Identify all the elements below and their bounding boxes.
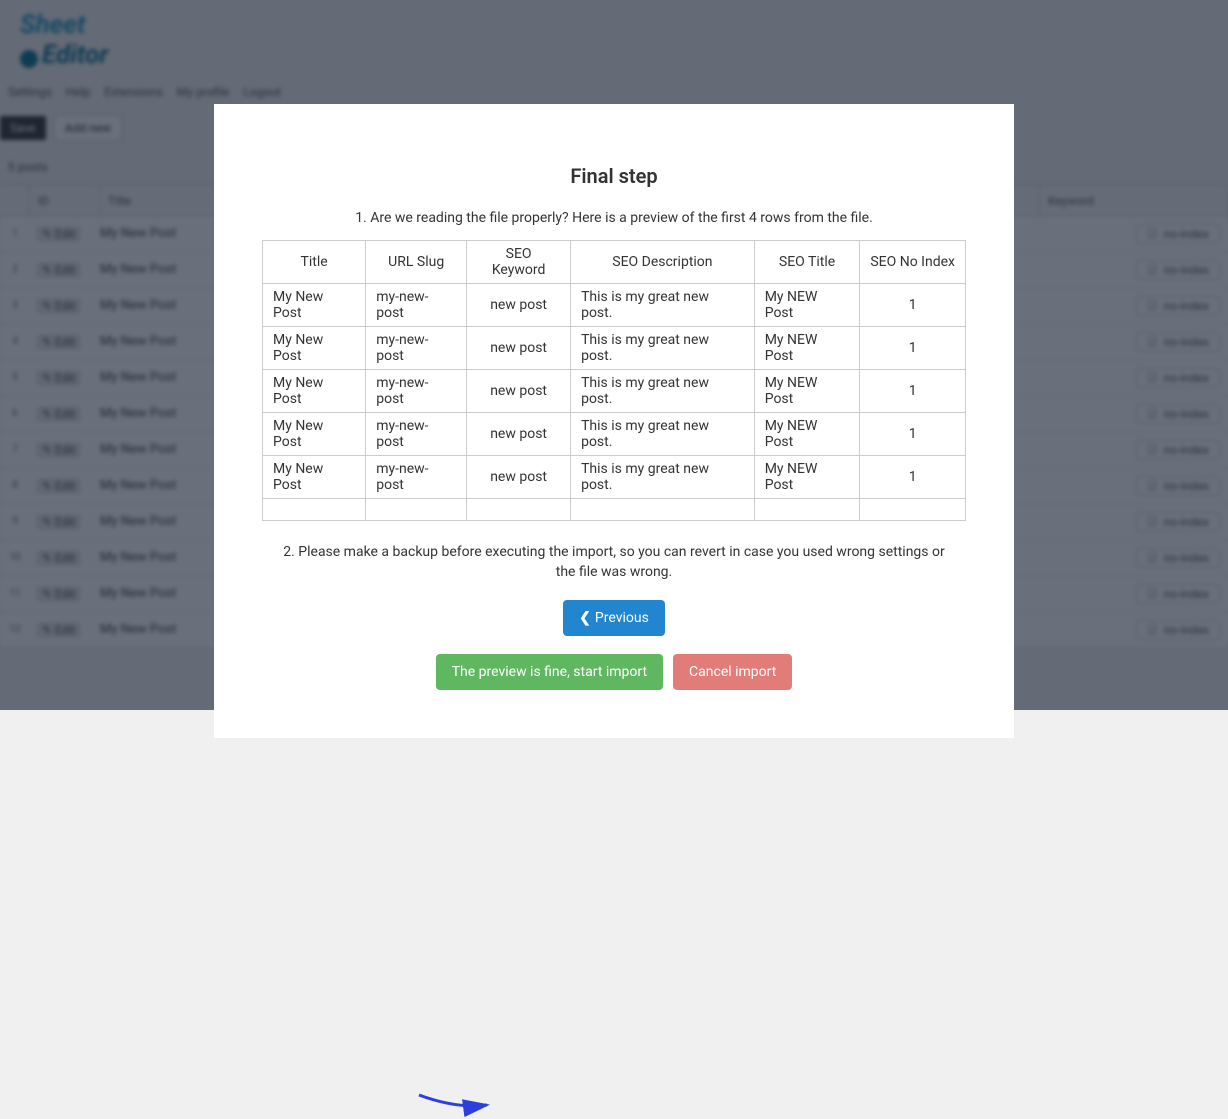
cell-desc: This is my great new post. xyxy=(571,456,755,499)
cell-keyword: new post xyxy=(467,327,571,370)
step-1-text: 1. Are we reading the file properly? Her… xyxy=(262,210,966,226)
cell-title: My New Post xyxy=(263,413,366,456)
cell-slug: my-new-post xyxy=(366,413,467,456)
table-row: My New Post my-new-post new post This is… xyxy=(263,413,966,456)
table-row-empty xyxy=(263,499,966,521)
cell-seotitle: My NEW Post xyxy=(754,370,860,413)
cell-noindex: 1 xyxy=(860,284,966,327)
button-row-2: The preview is fine, start import Cancel… xyxy=(262,654,966,690)
cell-title: My New Post xyxy=(263,284,366,327)
cell-seotitle: My NEW Post xyxy=(754,327,860,370)
cancel-import-button[interactable]: Cancel import xyxy=(673,654,792,690)
th-slug: URL Slug xyxy=(366,241,467,284)
table-row: My New Post my-new-post new post This is… xyxy=(263,370,966,413)
table-row: My New Post my-new-post new post This is… xyxy=(263,456,966,499)
cell-noindex: 1 xyxy=(860,327,966,370)
cell-desc: This is my great new post. xyxy=(571,327,755,370)
button-row-1: ❮Previous xyxy=(262,600,966,636)
cell-title: My New Post xyxy=(263,327,366,370)
cell-desc: This is my great new post. xyxy=(571,370,755,413)
chevron-left-icon: ❮ xyxy=(579,610,591,626)
cell-noindex: 1 xyxy=(860,370,966,413)
th-seotitle: SEO Title xyxy=(754,241,860,284)
cell-seotitle: My NEW Post xyxy=(754,413,860,456)
th-desc: SEO Description xyxy=(571,241,755,284)
start-import-button[interactable]: The preview is fine, start import xyxy=(436,654,663,690)
cell-desc: This is my great new post. xyxy=(571,413,755,456)
cell-noindex: 1 xyxy=(860,413,966,456)
th-title: Title xyxy=(263,241,366,284)
table-row: My New Post my-new-post new post This is… xyxy=(263,284,966,327)
th-noindex: SEO No Index xyxy=(860,241,966,284)
table-row: My New Post my-new-post new post This is… xyxy=(263,327,966,370)
cell-keyword: new post xyxy=(467,413,571,456)
cell-slug: my-new-post xyxy=(366,370,467,413)
cell-slug: my-new-post xyxy=(366,456,467,499)
th-keyword: SEO Keyword xyxy=(467,241,571,284)
modal-title: Final step xyxy=(262,164,966,188)
previous-label: Previous xyxy=(595,610,649,626)
cell-seotitle: My NEW Post xyxy=(754,284,860,327)
cell-slug: my-new-post xyxy=(366,284,467,327)
cell-keyword: new post xyxy=(467,456,571,499)
cell-title: My New Post xyxy=(263,456,366,499)
cell-title: My New Post xyxy=(263,370,366,413)
preview-table: Title URL Slug SEO Keyword SEO Descripti… xyxy=(262,240,966,521)
cell-noindex: 1 xyxy=(860,456,966,499)
import-modal: Final step 1. Are we reading the file pr… xyxy=(214,104,1014,738)
cell-slug: my-new-post xyxy=(366,327,467,370)
previous-button[interactable]: ❮Previous xyxy=(563,600,665,636)
cell-seotitle: My NEW Post xyxy=(754,456,860,499)
cell-desc: This is my great new post. xyxy=(571,284,755,327)
step-2-text: 2. Please make a backup before executing… xyxy=(274,543,954,582)
table-header-row: Title URL Slug SEO Keyword SEO Descripti… xyxy=(263,241,966,284)
cell-keyword: new post xyxy=(467,370,571,413)
arrow-annotation-icon xyxy=(417,1091,497,1115)
cell-keyword: new post xyxy=(467,284,571,327)
